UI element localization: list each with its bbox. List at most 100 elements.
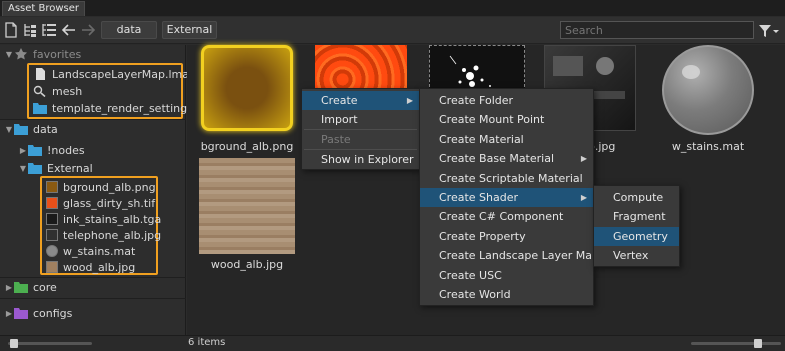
create-menu-item[interactable]: Create Base Material ▶	[420, 149, 593, 168]
tree-label: data	[33, 122, 58, 136]
shader-menu-item[interactable]: Compute	[594, 188, 679, 207]
create-menu-item[interactable]: Create USC	[420, 266, 593, 285]
menu-item-label: Create USC	[439, 268, 502, 282]
tree-label: External	[47, 161, 93, 175]
tree-view-icon[interactable]	[21, 21, 39, 39]
create-menu-item[interactable]: Create Folder	[420, 91, 593, 110]
items-count: 6 items	[188, 337, 226, 348]
image-thumb-icon	[46, 197, 58, 209]
submenu-arrow-icon: ▶	[406, 96, 413, 105]
create-menu-item[interactable]: Create C# Component	[420, 207, 593, 226]
back-arrow-icon[interactable]	[60, 21, 78, 39]
thumbnail-label: bground_alb.png	[200, 140, 294, 153]
submenu-arrow-icon: ▶	[580, 154, 587, 164]
tree-label: bground_alb.png	[63, 180, 156, 194]
tree-nodes[interactable]: ▶ !nodes	[18, 141, 85, 159]
material-sphere-icon	[46, 245, 58, 257]
submenu-arrow-icon: ▶	[580, 193, 587, 202]
shader-menu-item[interactable]: Fragment	[594, 207, 679, 226]
sphere-highlight	[682, 65, 700, 79]
menu-item-show-in-explorer[interactable]: Show in Explorer	[302, 150, 419, 169]
tree-data[interactable]: ▼ data	[4, 120, 58, 138]
create-menu-item[interactable]: Create Scriptable Material	[420, 169, 593, 188]
external-file-item[interactable]: wood_alb.jpg	[46, 258, 135, 276]
collapse-arrow-icon[interactable]: ▶	[4, 283, 14, 292]
left-slider-knob[interactable]	[10, 339, 18, 348]
tree-external[interactable]: ▼ External	[18, 159, 93, 177]
folder-icon	[14, 124, 28, 135]
folder-tree: ▼ favorites LandscapeLayerMap.lmap mesh …	[0, 45, 196, 335]
create-menu-item[interactable]: Create Shader ▶	[420, 188, 593, 207]
left-slider-track[interactable]	[8, 342, 92, 345]
list-view-icon[interactable]	[40, 21, 58, 39]
tree-label: telephone_alb.jpg	[63, 228, 162, 242]
expand-arrow-icon[interactable]: ▼	[4, 50, 14, 59]
image-thumb-icon	[46, 261, 58, 273]
menu-item-paste: Paste	[321, 133, 351, 146]
folder-icon	[28, 145, 42, 156]
toolbar: data External	[0, 17, 785, 44]
favorite-item[interactable]: mesh	[33, 82, 82, 100]
tab-asset-browser[interactable]: Asset Browser	[2, 1, 85, 16]
tree-core[interactable]: ▶ core	[4, 278, 57, 296]
collapse-arrow-icon[interactable]: ▶	[4, 309, 14, 318]
menu-item-import[interactable]: Import	[302, 110, 419, 129]
file-icon	[36, 68, 45, 80]
thumbnail-image	[201, 45, 293, 131]
shader-menu-item[interactable]: Vertex	[594, 246, 679, 265]
breadcrumb-data[interactable]: data	[101, 21, 157, 39]
menu-item-label: Create Scriptable Material	[439, 171, 583, 185]
zoom-slider-knob[interactable]	[754, 339, 762, 348]
phone-thumb-icon	[46, 229, 58, 241]
separator	[0, 298, 186, 299]
thumbnail-image	[662, 45, 754, 135]
tree-label: favorites	[33, 47, 82, 61]
filter-icon[interactable]	[758, 23, 780, 39]
shader-menu-item[interactable]: Geometry	[594, 226, 679, 246]
tab-bar: Asset Browser	[0, 0, 785, 16]
create-menu-item[interactable]: Create Property	[420, 227, 593, 246]
create-menu-item[interactable]: Create Material	[420, 130, 593, 149]
menu-item-label: Create	[321, 94, 358, 107]
thumbnail-label: wood_alb.jpg	[210, 258, 284, 271]
zoom-slider-track[interactable]	[691, 342, 781, 345]
create-menu-item[interactable]: Create Mount Point	[420, 110, 593, 129]
create-menu-item[interactable]: Create World	[420, 285, 593, 304]
collapse-arrow-icon[interactable]: ▶	[18, 146, 28, 155]
search-input[interactable]	[560, 21, 754, 39]
menu-item-label: Create C# Component	[439, 210, 564, 224]
tree-configs[interactable]: ▶ configs	[4, 304, 72, 322]
expand-arrow-icon[interactable]: ▼	[4, 125, 14, 134]
menu-item-label: Create Landscape Layer Map	[439, 249, 600, 263]
menu-item-label: Create Material	[439, 132, 524, 146]
thumbnail-image	[199, 158, 295, 254]
favorite-item[interactable]: template_render_settings	[33, 99, 193, 117]
menu-item-create[interactable]: Create ▶	[302, 91, 419, 110]
breadcrumb-external[interactable]: External	[162, 21, 217, 39]
star-icon	[15, 48, 27, 60]
forward-arrow-icon[interactable]	[79, 21, 97, 39]
menu-item-label: Create Property	[439, 229, 526, 243]
context-menu: Create ▶ Import Paste Show in Explorer	[301, 88, 420, 170]
tree-favorites[interactable]: ▼ favorites	[4, 45, 81, 63]
favorite-item[interactable]: LandscapeLayerMap.lmap	[33, 65, 196, 83]
tree-label: glass_dirty_sh.tif	[63, 196, 156, 210]
tree-label: core	[33, 280, 57, 294]
folder-icon	[14, 308, 28, 319]
tree-label: wood_alb.jpg	[63, 260, 136, 274]
tree-label: w_stains.mat	[63, 244, 136, 258]
menu-item-label: Create Folder	[439, 94, 514, 107]
tree-label: ink_stains_alb.tga	[63, 212, 162, 226]
folder-icon	[14, 282, 28, 293]
new-file-icon[interactable]	[2, 21, 20, 39]
folder-icon	[28, 163, 42, 174]
expand-arrow-icon[interactable]: ▼	[18, 164, 28, 173]
status-bar: 6 items	[0, 335, 785, 351]
tree-label: template_render_settings	[52, 101, 193, 115]
ink-thumb-icon	[46, 213, 58, 225]
menu-item-label: Create Base Material	[439, 152, 555, 166]
create-menu-item[interactable]: Create Landscape Layer Map	[420, 246, 599, 265]
shader-submenu: Compute Fragment Geometry Vertex	[593, 185, 680, 267]
image-thumb-icon	[46, 181, 58, 193]
tree-label: LandscapeLayerMap.lmap	[52, 67, 196, 81]
